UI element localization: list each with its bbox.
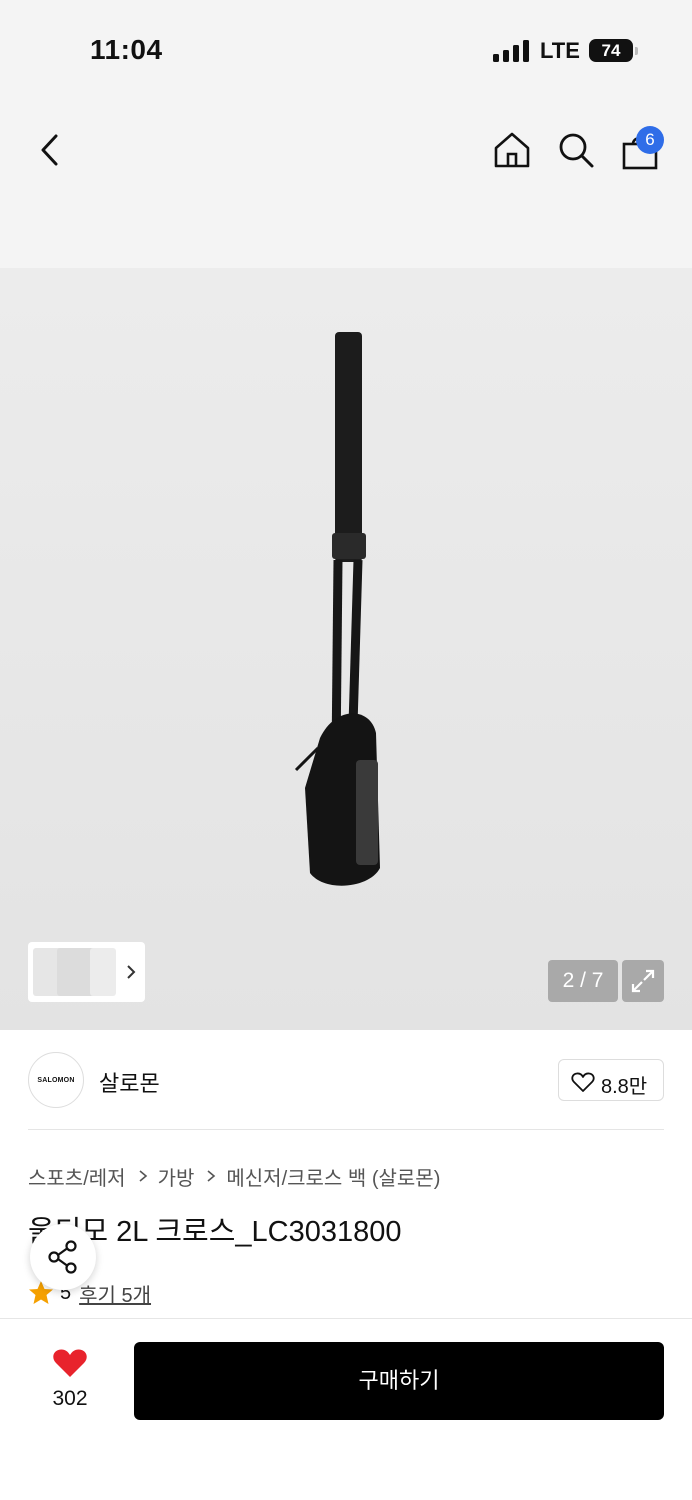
heart-filled-icon[interactable] [52, 1347, 88, 1379]
back-icon[interactable] [34, 130, 66, 170]
breadcrumb: 스포츠/레저 가방 메신저/크로스 백 (살로몬) [28, 1161, 440, 1191]
signal-icon [493, 40, 529, 62]
heart-outline-icon [571, 1072, 595, 1092]
bottom-bar: 302 구매하기 [0, 1318, 692, 1500]
brand-like-count: 8.8만 [601, 1076, 648, 1098]
status-time: 11:04 [90, 34, 163, 65]
chevron-right-icon[interactable] [124, 960, 138, 984]
search-icon[interactable] [556, 130, 596, 170]
chevron-right-icon [139, 1170, 147, 1182]
brand-row: SALOMON 살로몬 8.8만 [0, 1030, 692, 1130]
brand-logo[interactable]: SALOMON [28, 1052, 84, 1108]
chevron-right-icon [207, 1170, 216, 1182]
expand-button[interactable] [622, 960, 664, 1002]
image-page-counter: 2 / 7 [548, 960, 618, 1002]
product-gallery[interactable]: 2 / 7 [0, 268, 692, 1030]
battery-icon: 74 [589, 39, 638, 62]
expand-icon [631, 969, 655, 993]
breadcrumb-item[interactable]: 스포츠/레저 [28, 1162, 126, 1191]
buy-button[interactable]: 구매하기 [134, 1342, 664, 1420]
status-bar: 11:04 LTE 74 [0, 0, 692, 100]
cart-count-badge: 6 [636, 126, 664, 154]
share-button[interactable] [30, 1224, 96, 1290]
top-nav: 6 [0, 100, 692, 268]
thumbnail-strip[interactable] [28, 942, 145, 1002]
brand-name[interactable]: 살로몬 [99, 1066, 160, 1098]
thumbnail[interactable] [90, 948, 116, 996]
divider [28, 1129, 664, 1130]
share-icon [48, 1240, 77, 1274]
home-icon[interactable] [492, 130, 532, 170]
review-link[interactable]: 후기 5개 [79, 1279, 151, 1308]
product-image [294, 332, 380, 886]
brand-like-button[interactable]: 8.8만 [558, 1059, 664, 1101]
wish-count: 302 [52, 1387, 88, 1410]
breadcrumb-item[interactable]: 메신저/크로스 백 (살로몬) [226, 1162, 440, 1191]
network-type: LTE [540, 38, 580, 63]
breadcrumb-item[interactable]: 가방 [158, 1162, 195, 1191]
